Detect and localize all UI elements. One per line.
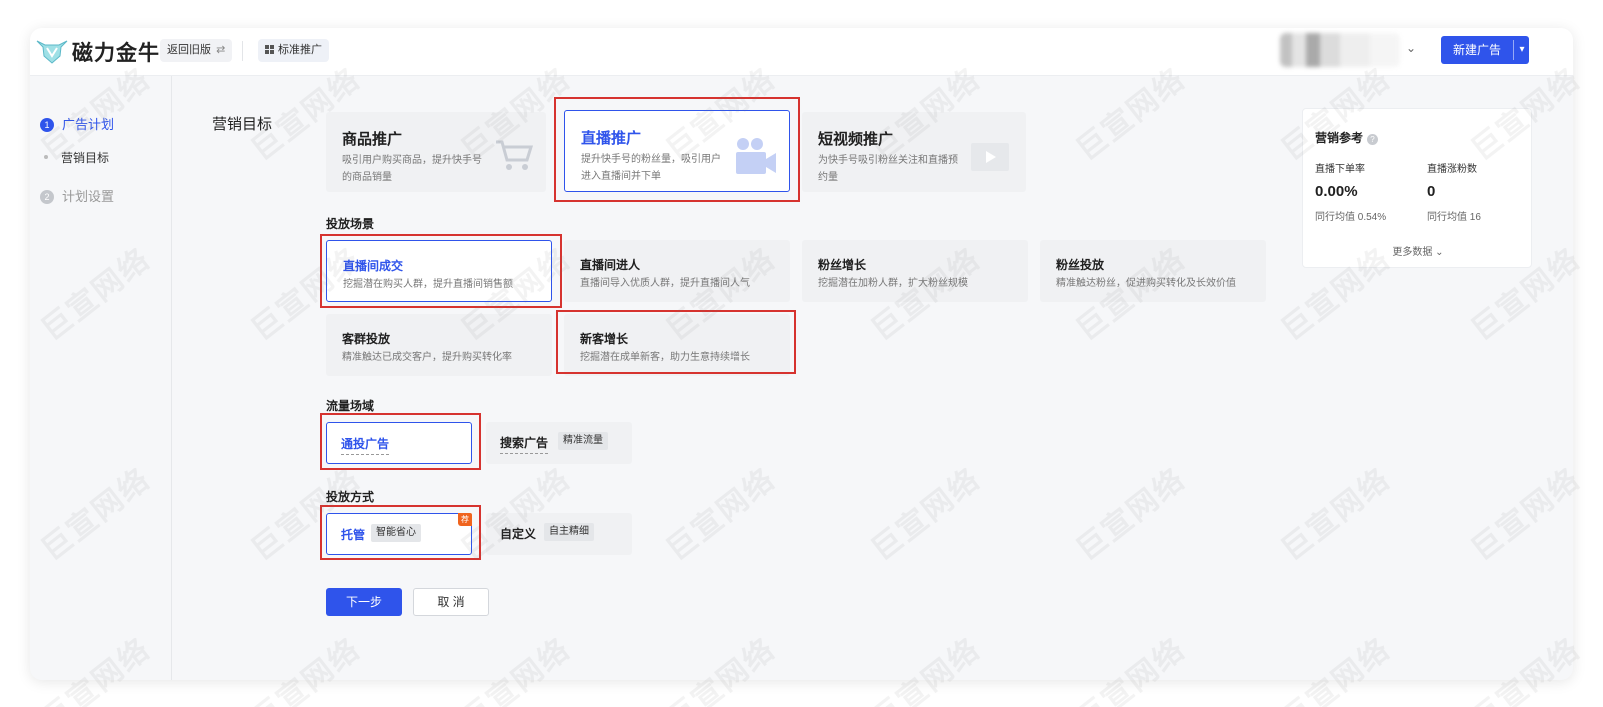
new-ad-button[interactable]: 新建广告 ▾ [1441,36,1529,64]
self-refined-tag: 自主精细 [544,523,594,541]
chevron-down-icon[interactable]: ⌄ [1406,41,1416,55]
placement-scene-label: 投放场景 [326,217,375,231]
reference-title-text: 营销参考 [1315,131,1364,145]
metric-live-order-rate: 直播下单率 0.00% 同行均值 0.54% [1315,160,1415,223]
marketing-goal-title: 营销目标 [212,116,273,133]
goal-title: 商品推广 [342,131,403,148]
scene-title: 新客增长 [580,332,629,346]
video-camera-icon [736,138,776,174]
cancel-button[interactable]: 取 消 [413,588,489,616]
bullet-dot-icon [44,155,48,159]
substep-label: 营销目标 [61,151,110,165]
next-step-button[interactable]: 下一步 [326,588,402,616]
scene-title: 粉丝投放 [1056,258,1105,272]
scene-card-fans-targeting[interactable]: 粉丝投放 精准触达粉丝，促进购买转化及长效价值 [1040,240,1266,302]
app-window: 磁力金牛 返回旧版 ⇄ 标准推广 ⌄ 新建广告 ▾ 1 广告计划 营销目标 2 计划… [30,28,1573,680]
metric-value: 0 [1427,183,1436,200]
metric-label: 直播涨粉数 [1427,164,1477,175]
step-number-badge: 2 [40,190,54,204]
app-logo-text: 磁力金牛 [72,42,160,65]
standard-promotion-label: 标准推广 [278,44,322,56]
goal-title: 直播推广 [581,130,642,147]
smart-easy-tag: 智能省心 [371,524,421,542]
scene-title: 直播间进人 [580,258,641,272]
goal-description: 提升快手号的粉丝量，吸引用户进入直播间并下单 [581,154,721,182]
switch-icon: ⇄ [216,44,226,56]
traffic-option-title: 通投广告 [341,435,390,455]
button-split-divider [1513,40,1514,60]
cow-logo-icon [36,40,68,64]
grid-icon [265,45,274,54]
scene-card-customer-group[interactable]: 客群投放 精准触达已成交客户，提升购买转化率 [326,314,552,376]
method-option-title: 自定义 [500,527,537,541]
goal-title: 短视频推广 [818,131,894,148]
goal-card-product-promo[interactable]: 商品推广 吸引用户购买商品，提升快手号的商品销量 [326,112,546,192]
scene-card-fans-growth[interactable]: 粉丝增长 挖掘潜在加粉人群，扩大粉丝规模 [802,240,1028,302]
step-plan-settings[interactable]: 2 计划设置 [40,186,114,205]
video-play-icon [971,143,1009,171]
goal-description: 为快手号吸引粉丝关注和直播预约量 [818,155,958,183]
scene-title: 客群投放 [342,332,391,346]
back-old-label: 返回旧版 [167,44,211,56]
step-ad-plan[interactable]: 1 广告计划 [40,114,114,133]
scene-description: 直播间导入优质人群，提升直播间人气 [580,278,750,289]
scene-card-new-customer-growth[interactable]: 新客增长 挖掘潜在成单新客，助力生意持续增长 [564,314,790,376]
substep-marketing-goal[interactable]: 营销目标 [44,149,109,166]
reference-title: 营销参考? [1315,129,1379,146]
traffic-option-general[interactable]: 通投广告 [326,422,472,464]
method-option-title: 托管 [341,528,366,542]
standard-promotion-tab[interactable]: 标准推广 [258,39,329,62]
account-avatar-blurred[interactable] [1280,33,1400,67]
step-ad-plan-label: 广告计划 [62,117,115,132]
goal-card-live-promo[interactable]: 直播推广 提升快手号的粉丝量，吸引用户进入直播间并下单 [564,110,790,192]
scene-description: 精准触达粉丝，促进购买转化及长效价值 [1056,278,1236,289]
metric-label: 直播下单率 [1315,164,1365,175]
step-plan-settings-label: 计划设置 [62,189,115,204]
precise-traffic-tag: 精准流量 [558,432,608,450]
scene-card-live-traffic[interactable]: 直播间进人 直播间导入优质人群，提升直播间人气 [564,240,790,302]
top-bar: 磁力金牛 返回旧版 ⇄ 标准推广 ⌄ 新建广告 ▾ [30,28,1573,76]
new-ad-label: 新建广告 [1452,43,1501,57]
header-divider [242,41,243,61]
recommend-badge: 荐 [458,513,472,526]
shopping-cart-icon [496,140,534,170]
scene-description: 精准触达已成交客户，提升购买转化率 [342,352,512,363]
scene-title: 直播间成交 [343,259,404,273]
traffic-option-search[interactable]: 搜索广告 精准流量 [486,422,632,464]
traffic-domain-label: 流量场域 [326,399,375,413]
method-option-custom[interactable]: 自定义 自主精细 [486,513,632,555]
metric-value: 0.00% [1315,183,1358,200]
traffic-option-title: 搜索广告 [500,434,549,454]
steps-sidebar: 1 广告计划 营销目标 2 计划设置 [30,76,172,680]
help-icon[interactable]: ? [1367,134,1379,145]
marketing-reference-panel: 营销参考? 直播下单率 0.00% 同行均值 0.54% 直播涨粉数 0 同行均… [1302,108,1532,268]
back-to-old-version-button[interactable]: 返回旧版 ⇄ [160,39,233,62]
goal-card-short-video-promo[interactable]: 短视频推广 为快手号吸引粉丝关注和直播预约量 [802,112,1026,192]
method-option-managed[interactable]: 托管 智能省心 荐 [326,513,472,555]
scene-title: 粉丝增长 [818,258,867,272]
scene-card-live-conversion[interactable]: 直播间成交 挖掘潜在购买人群，提升直播间销售额 [326,240,552,302]
goal-description: 吸引用户购买商品，提升快手号的商品销量 [342,155,482,183]
scene-description: 挖掘潜在购买人群，提升直播间销售额 [343,279,513,290]
step-number-badge: 1 [40,118,54,132]
scene-description: 挖掘潜在加粉人群，扩大粉丝规模 [818,278,968,289]
metric-live-fans-gain: 直播涨粉数 0 同行均值 16 [1427,160,1527,223]
scene-description: 挖掘潜在成单新客，助力生意持续增长 [580,352,750,363]
more-data-link[interactable]: 更多数据 ⌄ [1303,243,1533,258]
new-ad-dropdown-icon[interactable]: ▾ [1515,36,1529,64]
metric-benchmark: 同行均值 0.54% [1315,212,1387,223]
delivery-method-label: 投放方式 [326,490,375,504]
metric-benchmark: 同行均值 16 [1427,212,1481,223]
